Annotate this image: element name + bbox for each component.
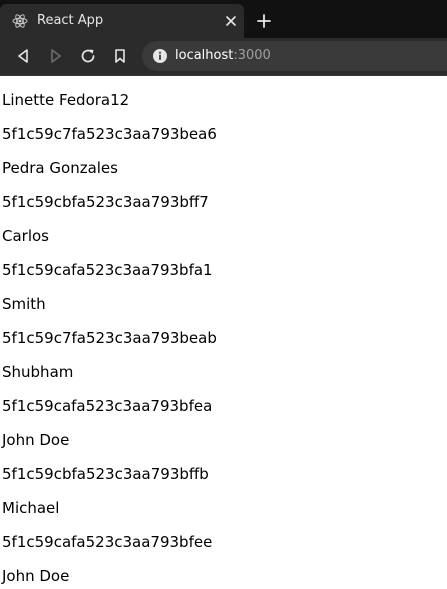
url-host: localhost [175,48,234,63]
user-id: 5f1c59c7fa523c3aa793bea6 [2,125,217,143]
user-name: Michael [2,499,60,517]
user-id: 5f1c59cbfa523c3aa793bff7 [2,193,209,211]
info-icon[interactable] [152,48,168,64]
user-id: 5f1c59cbfa523c3aa793bffb [2,465,209,483]
navigation-bar: localhost:3000 [0,38,447,76]
react-logo-icon [12,14,28,28]
browser-chrome: React App localhost:3000 [0,0,447,76]
user-id: 5f1c59cafa523c3aa793bfa1 [2,261,213,279]
user-name: Linette Fedora12 [2,91,130,109]
user-name: Smith [2,295,46,313]
user-id: 5f1c59cafa523c3aa793bfee [2,533,213,551]
tab-react-app[interactable]: React App [0,4,244,38]
new-tab-icon[interactable] [255,12,273,30]
back-icon[interactable] [14,47,32,65]
page-content: Linette Fedora12 5f1c59c7fa523c3aa793bea… [0,76,447,589]
user-name: Carlos [2,227,49,245]
url-port: :3000 [233,48,271,63]
close-icon[interactable] [223,13,239,29]
url-text[interactable]: localhost:3000 [175,48,271,64]
tab-title: React App [37,13,104,28]
user-id: 5f1c59c7fa523c3aa793beab [2,329,217,347]
user-name: Shubham [2,363,74,381]
bookmark-icon[interactable] [111,47,129,65]
user-name: John Doe [2,567,70,585]
forward-icon[interactable] [47,47,65,65]
address-bar[interactable]: localhost:3000 [142,41,447,71]
user-id: 5f1c59cafa523c3aa793bfea [2,397,213,415]
reload-icon[interactable] [79,47,97,65]
user-name: Pedra Gonzales [2,159,118,177]
user-name: John Doe [2,431,70,449]
tab-strip: React App [0,0,447,38]
